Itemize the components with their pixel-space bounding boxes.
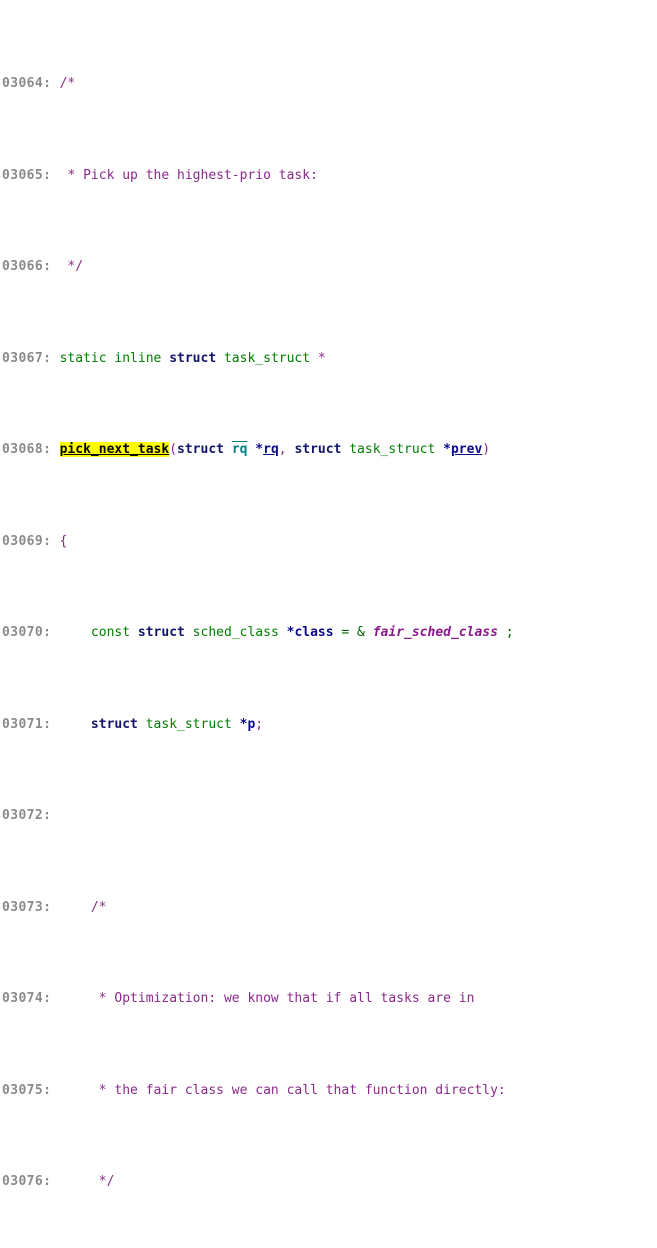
- code-line[interactable]: 03076: */: [2, 1173, 657, 1191]
- line-number: 03071: [2, 716, 44, 732]
- token-comment: * Pick up the highest-prio task:: [59, 167, 318, 183]
- gutter-colon: :: [43, 259, 60, 275]
- gutter-colon: :: [43, 533, 60, 549]
- code-line[interactable]: 03071: struct task_struct *p;: [2, 716, 657, 734]
- line-number: 03073: [2, 899, 44, 915]
- token-param-prev[interactable]: prev: [451, 442, 482, 457]
- token-keyword-struct[interactable]: struct: [138, 625, 185, 640]
- code-line[interactable]: 03066: */: [2, 258, 657, 276]
- token-type-task-struct[interactable]: task_struct: [138, 717, 240, 732]
- token-comment: /*: [59, 76, 76, 92]
- code-line[interactable]: 03067: static inline struct task_struct …: [2, 350, 657, 368]
- line-number: 03070: [2, 625, 44, 641]
- token-comma: ,: [278, 442, 295, 458]
- token-type-rq[interactable]: rq: [232, 442, 248, 457]
- token-keyword-struct[interactable]: struct: [294, 442, 349, 457]
- token-param-rq[interactable]: rq: [263, 442, 279, 457]
- token-global-fair-sched-class[interactable]: fair_sched_class: [373, 625, 498, 640]
- gutter-colon: :: [43, 1174, 60, 1189]
- token-var-class[interactable]: class: [294, 625, 333, 640]
- token-paren: (: [169, 442, 178, 458]
- token-semicolon: ;: [255, 716, 264, 732]
- line-number: 03072: [2, 808, 44, 824]
- code-line[interactable]: 03074: * Optimization: we know that if a…: [2, 990, 657, 1008]
- gutter-colon: :: [43, 76, 60, 92]
- token-type-task-struct[interactable]: task_struct: [349, 442, 443, 457]
- token-var-p[interactable]: p: [247, 717, 255, 732]
- line-number: 03064: [2, 76, 44, 92]
- line-number: 03066: [2, 259, 44, 275]
- line-number: 03076: [2, 1174, 44, 1189]
- gutter-colon: :: [43, 350, 60, 366]
- token-keyword-const: const: [90, 625, 138, 641]
- token-operator-assign: = &: [333, 625, 373, 641]
- code-line[interactable]: 03068: pick_next_task(struct rq *rq, str…: [2, 441, 657, 459]
- token-operator-star: *: [443, 442, 451, 458]
- code-line[interactable]: 03064: /*: [2, 75, 657, 93]
- line-number: 03069: [2, 533, 44, 549]
- line-number: 03065: [2, 167, 44, 183]
- code-line[interactable]: 03073: /*: [2, 899, 657, 917]
- gutter-colon: :: [43, 716, 60, 732]
- code-view[interactable]: 03064: /* 03065: * Pick up the highest-p…: [0, 0, 657, 1248]
- token-operator-star: *: [286, 625, 295, 641]
- token-comment: * the fair class we can call that functi…: [90, 1082, 506, 1098]
- gutter-colon: :: [43, 899, 60, 915]
- token-operator: *: [317, 350, 326, 366]
- gutter-colon: :: [43, 1082, 60, 1098]
- token-type-sched-class[interactable]: sched_class: [185, 625, 287, 640]
- token-comment: */: [59, 259, 84, 275]
- token-semicolon: ;: [497, 625, 514, 641]
- token-comment: */: [90, 1174, 115, 1189]
- code-line[interactable]: 03065: * Pick up the highest-prio task:: [2, 167, 657, 185]
- code-line[interactable]: 03075: * the fair class we can call that…: [2, 1082, 657, 1100]
- token-type: static inline: [59, 350, 170, 366]
- token-keyword-struct[interactable]: struct: [91, 717, 138, 732]
- code-line[interactable]: 03069: {: [2, 533, 657, 551]
- code-line[interactable]: 03072:: [2, 807, 657, 825]
- gutter-colon: :: [43, 167, 60, 183]
- gutter-colon: :: [43, 442, 60, 458]
- token-highlight-pick-next-task[interactable]: pick_next_task: [59, 442, 170, 458]
- line-number: 03074: [2, 991, 44, 1007]
- token-comment: /*: [90, 899, 107, 915]
- token-keyword-struct[interactable]: struct: [169, 351, 216, 366]
- token-type[interactable]: task_struct: [216, 351, 318, 366]
- token-brace-open: {: [59, 533, 68, 549]
- gutter-colon: :: [43, 625, 60, 641]
- gutter-colon: :: [43, 991, 60, 1007]
- line-number: 03068: [2, 442, 44, 458]
- line-number: 03067: [2, 350, 44, 366]
- gutter-colon: :: [43, 808, 60, 824]
- token-operator-star: *: [255, 442, 264, 458]
- token-keyword-struct[interactable]: struct: [177, 442, 232, 457]
- token-comment: * Optimization: we know that if all task…: [90, 991, 475, 1007]
- code-line[interactable]: 03070: const struct sched_class *class =…: [2, 624, 657, 642]
- line-number: 03075: [2, 1082, 44, 1098]
- token-operator-star: *: [239, 716, 248, 732]
- token-paren: ): [482, 442, 491, 458]
